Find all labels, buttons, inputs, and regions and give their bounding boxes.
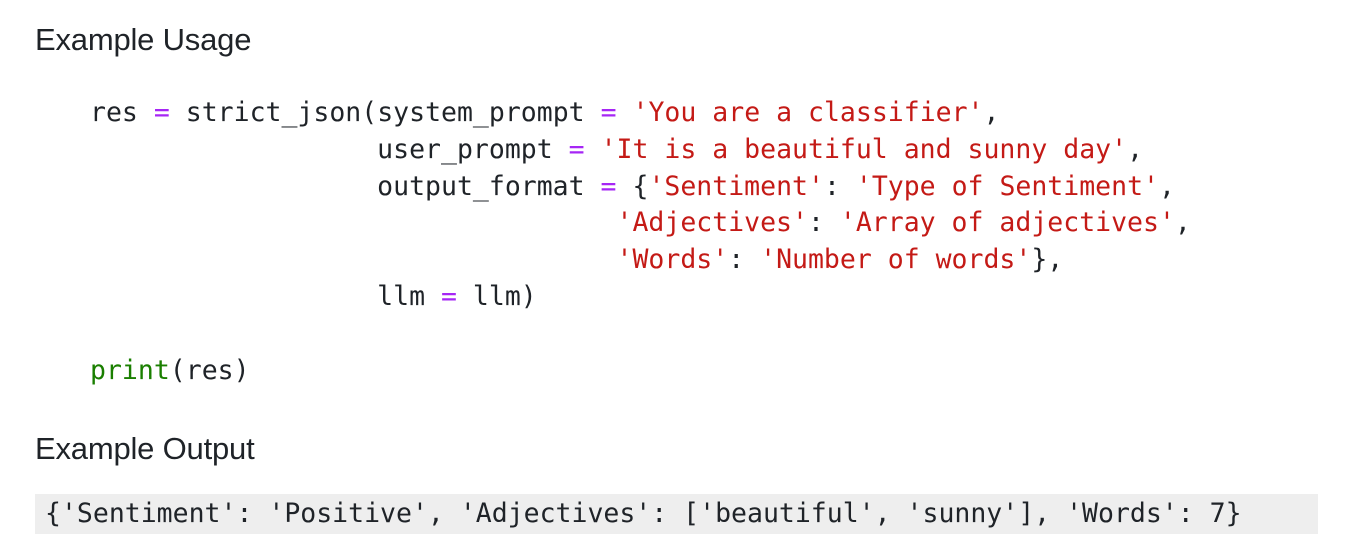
code-string: 'Sentiment' (648, 170, 824, 202)
code-text: : (807, 207, 840, 239)
code-string: 'Words' (616, 244, 729, 276)
code-line: res = strict_json(system_prompt = 'You a… (90, 97, 999, 128)
code-string: 'Type of Sentiment' (855, 170, 1159, 202)
code-string: 'Number of words' (760, 244, 1032, 276)
code-builtin: print (90, 354, 170, 386)
code-operator: = (441, 280, 457, 312)
code-text: strict_json(system_prompt (169, 97, 601, 128)
example-usage-heading: Example Usage (35, 22, 252, 57)
example-usage-code-block: res = strict_json(system_prompt = 'You a… (90, 95, 1191, 389)
code-line: user_prompt = 'It is a beautiful and sun… (90, 134, 1143, 165)
code-string: 'You are a classifier' (632, 97, 984, 128)
code-string: 'Adjectives' (616, 207, 808, 239)
code-line: print(res) (90, 355, 250, 386)
code-text: , (1159, 170, 1175, 202)
code-string: 'Array of adjectives' (839, 207, 1175, 239)
code-text: : (823, 170, 856, 202)
code-operator: = (568, 133, 585, 165)
code-text: user_prompt (90, 133, 569, 165)
code-line: output_format = {'Sentiment': 'Type of S… (90, 171, 1175, 202)
example-output-code-block: {'Sentiment': 'Positive', 'Adjectives': … (35, 494, 1318, 534)
code-operator: = (600, 170, 617, 202)
code-string: 'It is a beautiful and sunny day' (600, 133, 1128, 165)
example-output-heading: Example Output (35, 431, 255, 466)
code-line: 'Adjectives': 'Array of adjectives', (90, 207, 1191, 238)
code-text: , (1127, 133, 1144, 165)
code-line: 'Words': 'Number of words'}, (90, 244, 1064, 276)
code-text: llm) (456, 280, 537, 312)
code-operator: = (153, 97, 170, 128)
code-text: output_format (90, 170, 601, 202)
code-text: { (616, 170, 649, 202)
code-text: (res) (169, 354, 250, 386)
code-text: , (983, 97, 1000, 128)
code-operator: = (600, 97, 617, 128)
code-text: : (728, 244, 761, 276)
code-text: res (90, 97, 154, 128)
code-line: llm = llm) (90, 281, 537, 312)
code-text: }, (1031, 244, 1064, 276)
code-text: , (1174, 207, 1191, 239)
code-text: llm (90, 280, 441, 312)
